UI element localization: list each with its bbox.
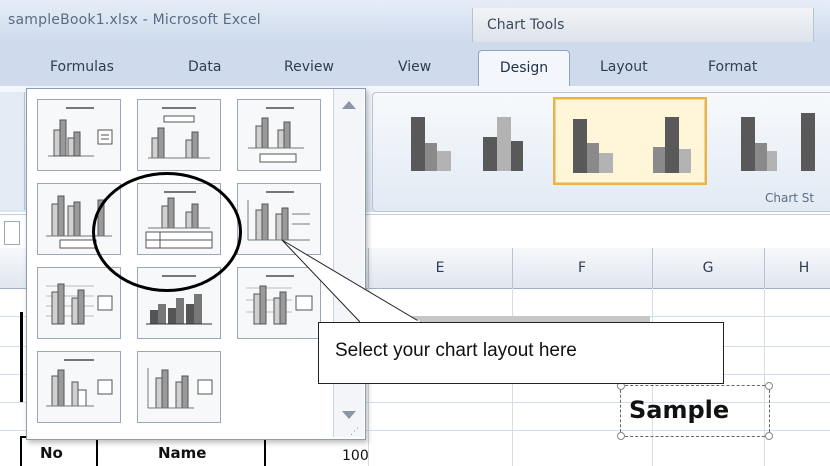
callout-box: Select your chart layout here: [318, 322, 724, 384]
callout-pointer: [281, 239, 422, 324]
callout-text: Select your chart layout here: [335, 340, 577, 361]
